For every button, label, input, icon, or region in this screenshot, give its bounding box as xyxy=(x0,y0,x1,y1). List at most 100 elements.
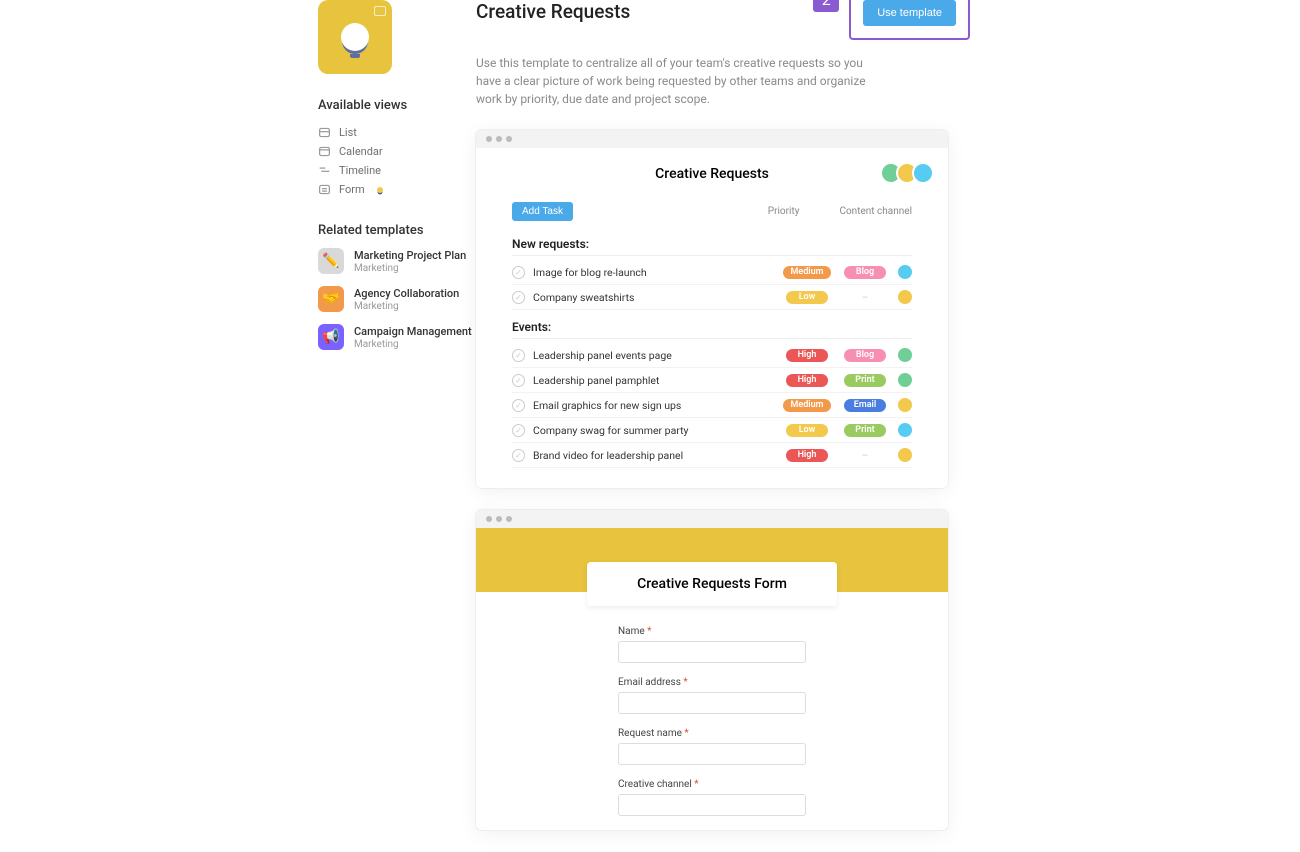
task-name: Leadership panel pamphlet xyxy=(533,374,774,387)
view-label: Calendar xyxy=(339,145,383,158)
list-icon xyxy=(318,126,331,139)
view-form[interactable]: Form xyxy=(318,180,476,199)
view-list[interactable]: List xyxy=(318,123,476,142)
related-templates-heading: Related templates xyxy=(318,223,476,238)
channel-pill: Blog xyxy=(844,266,886,279)
field-label: Creative channel * xyxy=(618,779,806,790)
column-channel: Content channel xyxy=(839,206,912,217)
related-name: Marketing Project Plan xyxy=(354,249,466,262)
complete-checkbox[interactable]: ✓ xyxy=(512,291,525,304)
related-category: Marketing xyxy=(354,339,472,350)
related-name: Agency Collaboration xyxy=(354,287,459,300)
template-description: Use this template to centralize all of y… xyxy=(476,54,880,108)
task-row[interactable]: ✓ Company swag for summer party Low Prin… xyxy=(512,418,912,443)
text-input[interactable] xyxy=(618,743,806,765)
related-category: Marketing xyxy=(354,301,459,312)
window-chrome xyxy=(476,510,948,528)
preview-form-window: Creative Requests Form Name * Email addr… xyxy=(476,510,948,830)
task-name: Brand video for leadership panel xyxy=(533,449,774,462)
assignee-avatar xyxy=(898,423,912,437)
complete-checkbox[interactable]: ✓ xyxy=(512,266,525,279)
channel-empty: – xyxy=(840,291,890,304)
task-name: Leadership panel events page xyxy=(533,349,774,362)
preview-title: Creative Requests xyxy=(655,166,769,182)
view-timeline[interactable]: Timeline xyxy=(318,161,476,180)
template-icon xyxy=(318,0,392,74)
priority-pill: High xyxy=(786,374,828,387)
text-input[interactable] xyxy=(618,692,806,714)
priority-pill: Low xyxy=(786,291,828,304)
field-label: Email address * xyxy=(618,677,806,688)
channel-pill: Email xyxy=(844,399,886,412)
channel-pill: Print xyxy=(844,374,886,387)
required-asterisk: * xyxy=(683,677,687,688)
task-row[interactable]: ✓ Leadership panel pamphlet High Print xyxy=(512,368,912,393)
cta-highlight: Use template xyxy=(849,0,970,40)
required-asterisk: * xyxy=(647,626,651,637)
preview-list-window: Creative Requests Add Task Priority Cont… xyxy=(476,130,948,488)
task-name: Image for blog re-launch xyxy=(533,266,774,279)
assignee-avatar xyxy=(898,290,912,304)
field-label: Name * xyxy=(618,626,806,637)
complete-checkbox[interactable]: ✓ xyxy=(512,449,525,462)
channel-pill: Print xyxy=(844,424,886,437)
timeline-icon xyxy=(318,164,331,177)
step-badge: 2 xyxy=(813,0,839,12)
related-template[interactable]: ✏️ Marketing Project Plan Marketing xyxy=(318,248,476,274)
task-row[interactable]: ✓ Leadership panel events page High Blog xyxy=(512,343,912,368)
section-heading: New requests: xyxy=(512,237,912,256)
priority-pill: High xyxy=(786,349,828,362)
section-heading: Events: xyxy=(512,320,912,339)
avatar xyxy=(912,162,934,184)
template-mini-icon: 📢 xyxy=(318,324,344,350)
assignee-avatar xyxy=(898,348,912,362)
member-avatars xyxy=(886,162,934,184)
task-row[interactable]: ✓ Company sweatshirts Low – xyxy=(512,285,912,310)
use-template-button[interactable]: Use template xyxy=(863,0,956,26)
add-task-button[interactable]: Add Task xyxy=(512,202,573,221)
priority-pill: Medium xyxy=(783,266,832,279)
related-template[interactable]: 🤝 Agency Collaboration Marketing xyxy=(318,286,476,312)
column-priority: Priority xyxy=(768,206,800,217)
form-icon xyxy=(318,183,331,196)
template-mini-icon: 🤝 xyxy=(318,286,344,312)
task-name: Company sweatshirts xyxy=(533,291,774,304)
calendar-icon xyxy=(318,145,331,158)
card-mini-icon xyxy=(374,6,386,16)
related-name: Campaign Management xyxy=(354,325,472,338)
priority-pill: High xyxy=(786,449,828,462)
available-views-heading: Available views xyxy=(318,98,476,113)
assignee-avatar xyxy=(898,265,912,279)
assignee-avatar xyxy=(898,398,912,412)
task-row[interactable]: ✓ Brand video for leadership panel High … xyxy=(512,443,912,468)
complete-checkbox[interactable]: ✓ xyxy=(512,399,525,412)
template-mini-icon: ✏️ xyxy=(318,248,344,274)
task-name: Email graphics for new sign ups xyxy=(533,399,774,412)
field-label: Request name * xyxy=(618,728,806,739)
priority-pill: Low xyxy=(786,424,828,437)
channel-pill: Blog xyxy=(844,349,886,362)
related-category: Marketing xyxy=(354,263,466,274)
view-calendar[interactable]: Calendar xyxy=(318,142,476,161)
form-card: Creative Requests Form xyxy=(587,562,837,606)
view-label: Timeline xyxy=(339,164,381,177)
task-row[interactable]: ✓ Email graphics for new sign ups Medium… xyxy=(512,393,912,418)
required-asterisk: * xyxy=(694,779,698,790)
page-title: Creative Requests xyxy=(476,0,630,23)
priority-pill: Medium xyxy=(783,399,832,412)
view-label: Form xyxy=(339,183,365,196)
text-input[interactable] xyxy=(618,794,806,816)
view-label: List xyxy=(339,126,357,139)
assignee-avatar xyxy=(898,373,912,387)
required-asterisk: * xyxy=(684,728,688,739)
channel-empty: – xyxy=(840,449,890,462)
assignee-avatar xyxy=(898,448,912,462)
lightbulb-icon xyxy=(341,23,369,51)
text-input[interactable] xyxy=(618,641,806,663)
complete-checkbox[interactable]: ✓ xyxy=(512,374,525,387)
task-row[interactable]: ✓ Image for blog re-launch Medium Blog xyxy=(512,260,912,285)
lightbulb-mini-icon xyxy=(377,187,383,193)
related-template[interactable]: 📢 Campaign Management Marketing xyxy=(318,324,476,350)
complete-checkbox[interactable]: ✓ xyxy=(512,424,525,437)
complete-checkbox[interactable]: ✓ xyxy=(512,349,525,362)
